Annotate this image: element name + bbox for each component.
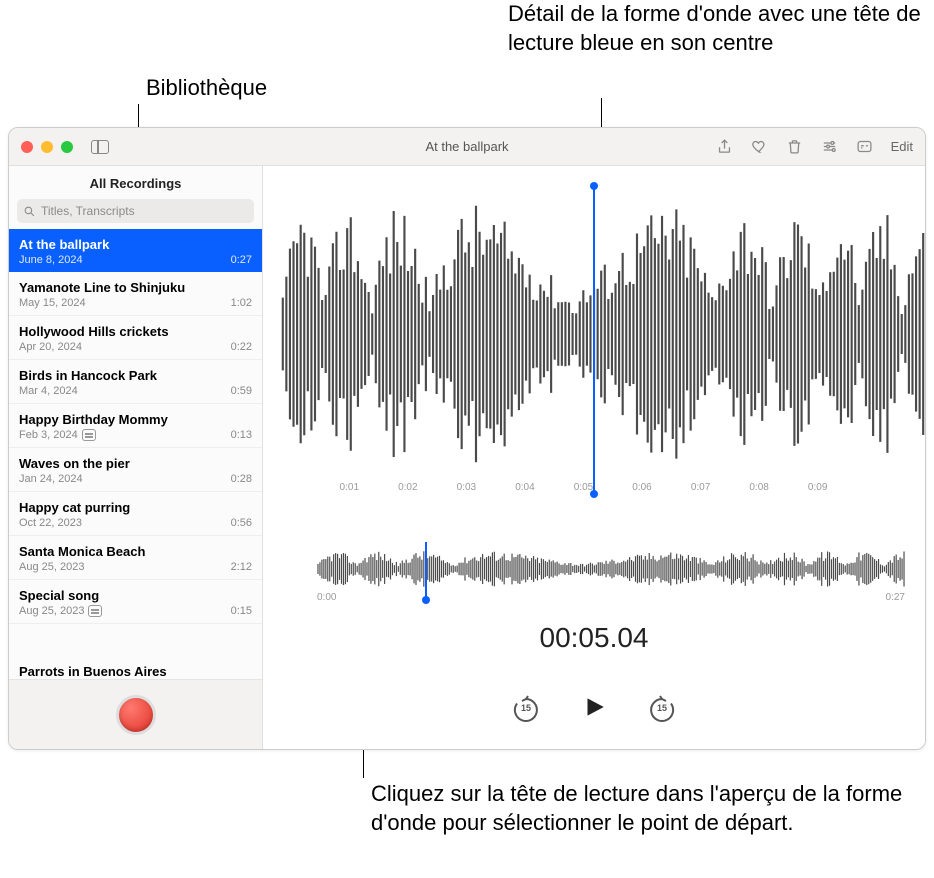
sidebar-title: All Recordings bbox=[9, 166, 262, 199]
transcript-badge-icon bbox=[82, 429, 96, 441]
search-input[interactable]: Titles, Transcripts bbox=[17, 199, 254, 223]
record-button[interactable] bbox=[116, 695, 156, 735]
waveform-overview[interactable] bbox=[317, 548, 905, 590]
maximize-window-button[interactable] bbox=[61, 141, 73, 153]
list-item[interactable]: Santa Monica Beach Aug 25, 2023 2:12 bbox=[9, 536, 262, 580]
timeline-tick: 0:05 bbox=[574, 482, 633, 506]
recordings-list: At the ballpark June 8, 2024 0:27 Yamanote … bbox=[9, 229, 262, 656]
recording-date: Aug 25, 2023 bbox=[19, 561, 84, 573]
recording-date: Oct 22, 2023 bbox=[19, 517, 82, 529]
time-display: 00:05.04 bbox=[263, 622, 925, 654]
list-item[interactable]: Yamanote Line to Shinjuku May 15, 2024 1:0… bbox=[9, 272, 262, 316]
sidebar-toggle-icon[interactable] bbox=[91, 140, 109, 154]
recording-duration: 0:22 bbox=[231, 341, 252, 353]
recording-date: Jan 24, 2024 bbox=[19, 473, 83, 485]
recording-title: Happy Birthday Mommy bbox=[19, 412, 252, 427]
list-item[interactable]: Happy cat purring Oct 22, 2023 0:56 bbox=[9, 492, 262, 536]
recording-date: June 8, 2024 bbox=[19, 254, 83, 266]
transcript-icon[interactable] bbox=[856, 138, 873, 155]
trash-icon[interactable] bbox=[786, 138, 803, 155]
list-item[interactable]: Waves on the pier Jan 24, 2024 0:28 bbox=[9, 448, 262, 492]
overview-times: 0:00 0:27 bbox=[317, 592, 905, 603]
share-icon[interactable] bbox=[716, 138, 733, 155]
recording-title: Happy cat purring bbox=[19, 500, 252, 515]
recording-duration: 0:28 bbox=[231, 473, 252, 485]
timeline-tick: 0:03 bbox=[457, 482, 516, 506]
sidebar: All Recordings Titles, Transcripts At th… bbox=[9, 166, 263, 749]
toolbar: Edit bbox=[716, 138, 913, 155]
settings-icon[interactable] bbox=[821, 138, 838, 155]
skip-forward-button[interactable]: 15 bbox=[647, 695, 677, 725]
timeline-tick: 0:01 bbox=[340, 482, 399, 506]
recording-duration: 0:13 bbox=[231, 429, 252, 441]
recording-duration: 0:59 bbox=[231, 385, 252, 397]
playhead-detail[interactable] bbox=[593, 186, 595, 494]
list-item[interactable]: Special song Aug 25, 2023 0:15 bbox=[9, 580, 262, 624]
recording-duration: 0:56 bbox=[231, 517, 252, 529]
titlebar: At the ballpark Edit bbox=[9, 128, 925, 166]
timeline-tick: 0:08 bbox=[749, 482, 808, 506]
recording-date: Apr 20, 2024 bbox=[19, 341, 82, 353]
main-panel: 0:010:020:030:040:050:060:070:080:09 0:0… bbox=[263, 166, 925, 749]
waveform-detail[interactable] bbox=[281, 194, 925, 474]
timeline-tick bbox=[281, 482, 340, 506]
recording-title: Santa Monica Beach bbox=[19, 544, 252, 559]
recording-title: Special song bbox=[19, 588, 252, 603]
recording-date: Feb 3, 2024 bbox=[19, 429, 96, 441]
overview-start: 0:00 bbox=[317, 592, 336, 603]
timeline-tick: 0:04 bbox=[515, 482, 574, 506]
playhead-overview[interactable] bbox=[425, 542, 427, 598]
search-icon bbox=[23, 205, 36, 218]
timeline: 0:010:020:030:040:050:060:070:080:09 bbox=[281, 482, 925, 506]
skip-forward-label: 15 bbox=[647, 703, 677, 713]
timeline-tick: 0:07 bbox=[691, 482, 750, 506]
skip-back-label: 15 bbox=[511, 703, 541, 713]
search-placeholder: Titles, Transcripts bbox=[41, 204, 135, 218]
record-area bbox=[9, 679, 262, 749]
overview-end: 0:27 bbox=[886, 592, 905, 603]
recording-title: Yamanote Line to Shinjuku bbox=[19, 280, 252, 295]
annotation-library: Bibliothèque bbox=[146, 74, 267, 103]
recording-date: Aug 25, 2023 bbox=[19, 605, 102, 617]
annotation-overview: Cliquez sur la tête de lecture dans l'ap… bbox=[371, 780, 911, 837]
recording-date: May 15, 2024 bbox=[19, 297, 86, 309]
recording-title: Birds in Hancock Park bbox=[19, 368, 252, 383]
recording-duration: 1:02 bbox=[231, 297, 252, 309]
recording-duration: 0:15 bbox=[231, 605, 252, 617]
play-button[interactable] bbox=[581, 694, 607, 725]
recording-title: Hollywood Hills crickets bbox=[19, 324, 252, 339]
transcript-badge-icon bbox=[88, 605, 102, 617]
minimize-window-button[interactable] bbox=[41, 141, 53, 153]
list-item[interactable]: Hollywood Hills crickets Apr 20, 2024 0:22 bbox=[9, 316, 262, 360]
recording-duration: 2:12 bbox=[231, 561, 252, 573]
annotation-detail: Détail de la forme d'onde avec une tête … bbox=[508, 0, 928, 57]
timeline-tick bbox=[866, 482, 925, 506]
playback-controls: 15 15 bbox=[263, 694, 925, 725]
favorite-icon[interactable] bbox=[751, 138, 768, 155]
recording-date: Mar 4, 2024 bbox=[19, 385, 78, 397]
list-item[interactable]: At the ballpark June 8, 2024 0:27 bbox=[9, 229, 262, 272]
skip-back-button[interactable]: 15 bbox=[511, 695, 541, 725]
list-item[interactable]: Happy Birthday Mommy Feb 3, 2024 0:13 bbox=[9, 404, 262, 448]
close-window-button[interactable] bbox=[21, 141, 33, 153]
timeline-tick: 0:06 bbox=[632, 482, 691, 506]
timeline-tick: 0:02 bbox=[398, 482, 457, 506]
timeline-tick: 0:09 bbox=[808, 482, 867, 506]
window-controls bbox=[21, 141, 73, 153]
list-item[interactable]: Birds in Hancock Park Mar 4, 2024 0:59 bbox=[9, 360, 262, 404]
app-window: At the ballpark Edit All Recordings bbox=[8, 127, 926, 750]
list-item-partial[interactable]: Parrots in Buenos Aires bbox=[9, 656, 262, 679]
recording-title: Waves on the pier bbox=[19, 456, 252, 471]
edit-button[interactable]: Edit bbox=[891, 139, 913, 154]
recording-title: At the ballpark bbox=[19, 237, 252, 252]
recording-duration: 0:27 bbox=[231, 254, 252, 266]
